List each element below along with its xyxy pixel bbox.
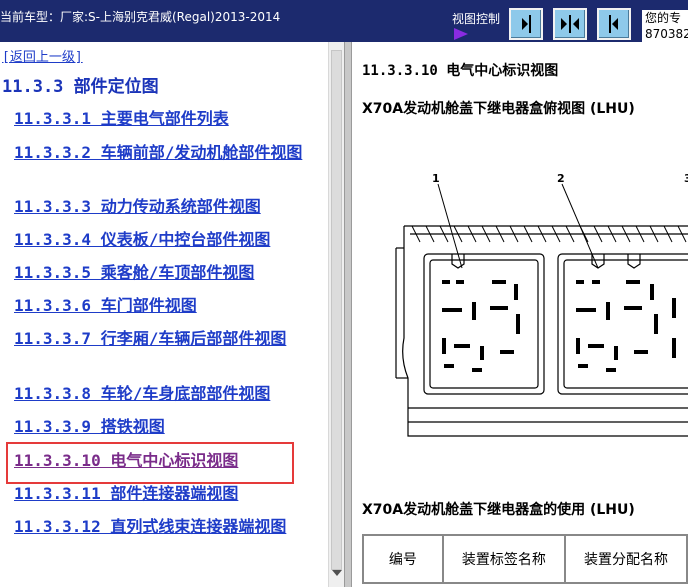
nav-scrollbar[interactable]	[328, 42, 344, 587]
table-header-label-name: 装置标签名称	[441, 534, 566, 584]
nav-scrollbar-thumb[interactable]	[331, 50, 342, 570]
scroll-down-arrow-icon[interactable]	[332, 570, 342, 576]
nav-item-powertrain[interactable]: 11.3.3.3 动力传动系统部件视图	[14, 196, 326, 218]
nav-pane: [返回上一级] 11.3.3 部件定位图 11.3.3.1 主要电气部件列表 1…	[0, 42, 328, 587]
table-header-row: 编号 装置标签名称 装置分配名称	[362, 534, 688, 584]
nav-item-ground[interactable]: 11.3.3.9 搭铁视图	[14, 416, 326, 438]
collapse-right-icon	[609, 15, 618, 33]
view-control-label: 视图控制	[452, 12, 501, 26]
nav-item-front-engine-bay[interactable]: 11.3.3.2 车辆前部/发动机舱部件视图	[2, 142, 314, 164]
callout-3: 3	[684, 172, 688, 185]
split-view-button[interactable]	[553, 8, 587, 40]
purple-arrow-icon	[454, 28, 468, 40]
nav-item-passenger-roof[interactable]: 11.3.3.5 乘客舱/车顶部件视图	[14, 262, 326, 284]
callout-2: 2	[557, 172, 565, 185]
section-title: 11.3.3 部件定位图	[2, 77, 159, 97]
nav-item-inline-harness[interactable]: 11.3.3.12 直列式线束连接器端视图	[2, 516, 314, 538]
relay-box-usage-title: X70A发动机舱盖下继电器盒的使用 (LHU)	[362, 502, 635, 518]
relay-box-top-view-title: X70A发动机舱盖下继电器盒俯视图 (LHU)	[362, 101, 635, 117]
back-link[interactable]: [返回上一级]	[2, 46, 83, 65]
collapse-left-button[interactable]	[509, 8, 543, 40]
user-info-line: 870382	[645, 27, 688, 41]
box-outline	[402, 226, 688, 437]
collapse-left-icon	[522, 15, 531, 33]
top-bar: 当前车型：厂家:S-上海别克君威(Regal)2013-2014 视图控制 您的…	[0, 0, 688, 42]
split-view-icon	[561, 15, 579, 33]
user-info-box: 您的专 870382	[642, 10, 688, 42]
table-header-assignment-name: 装置分配名称	[563, 534, 688, 584]
usage-table: 编号 装置标签名称 装置分配名称	[362, 534, 688, 584]
table-header-number: 编号	[362, 534, 444, 584]
nav-item-doors[interactable]: 11.3.3.6 车门部件视图	[14, 295, 326, 317]
nav-item-instrument-panel[interactable]: 11.3.3.4 仪表板/中控台部件视图	[14, 229, 326, 251]
nav-item-connector-end[interactable]: 11.3.3.11 部件连接器端视图	[14, 483, 326, 505]
relay-box-diagram: 1 2 3	[395, 172, 688, 437]
current-vehicle-label: 当前车型：厂家:S-上海别克君威(Regal)2013-2014	[0, 10, 281, 24]
collapse-right-button[interactable]	[597, 8, 631, 40]
user-info-line: 您的专	[645, 11, 682, 25]
content-heading: 11.3.3.10 电气中心标识视图	[362, 63, 559, 79]
selected-item-highlight	[6, 442, 294, 484]
callout-1: 1	[432, 172, 440, 185]
nav-item-main-components[interactable]: 11.3.3.1 主要电气部件列表	[14, 108, 326, 130]
nav-item-wheels-underbody[interactable]: 11.3.3.8 车轮/车身底部部件视图	[14, 383, 326, 405]
nav-item-trunk-rear[interactable]: 11.3.3.7 行李厢/车辆后部部件视图	[2, 328, 314, 350]
pane-splitter[interactable]	[344, 42, 352, 587]
content-pane: 11.3.3.10 电气中心标识视图 X70A发动机舱盖下继电器盒俯视图 (LH…	[352, 42, 688, 587]
